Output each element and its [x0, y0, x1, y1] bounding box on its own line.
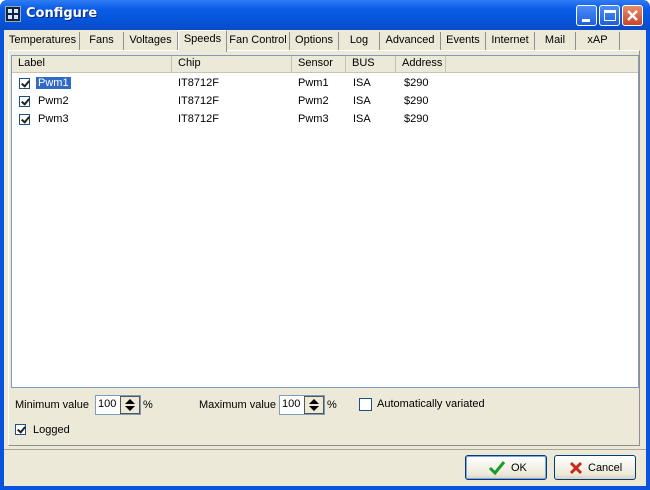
spin-arrows-icon[interactable] — [120, 396, 140, 414]
row-label: Pwm2 — [38, 95, 69, 107]
row-sensor: Pwm1 — [298, 77, 329, 89]
cancel-button[interactable]: Cancel — [554, 455, 636, 480]
row-chip: IT8712F — [178, 95, 219, 107]
column-header-label[interactable]: Label — [12, 56, 172, 72]
row-address: $290 — [404, 95, 429, 107]
ok-button[interactable]: OK — [465, 455, 547, 480]
minimize-icon — [582, 19, 590, 22]
maximum-value-input[interactable]: 100 — [282, 398, 300, 410]
speed-sensor-list[interactable]: Label Chip Sensor BUS Address Pwm1 IT871… — [11, 55, 639, 388]
dialog-client-area: Temperatures Fans Voltages Speeds Fan Co… — [4, 30, 646, 486]
maximize-icon — [604, 10, 616, 21]
automatically-variated-label: Automatically variated — [377, 398, 485, 410]
checkmark-icon — [488, 461, 506, 476]
row-label: Pwm1 — [35, 76, 72, 90]
row-chip: IT8712F — [178, 77, 219, 89]
row-enable-checkbox[interactable] — [19, 96, 30, 107]
footer-separator — [4, 449, 646, 450]
cancel-x-icon — [569, 461, 583, 475]
table-row[interactable]: Pwm2 IT8712F Pwm2 ISA $290 — [12, 92, 638, 110]
tab-mail[interactable]: Mail — [535, 32, 576, 51]
row-enable-checkbox[interactable] — [19, 114, 30, 125]
row-enable-checkbox[interactable] — [19, 78, 30, 89]
tab-advanced[interactable]: Advanced — [380, 32, 441, 51]
row-label: Pwm3 — [38, 113, 69, 125]
tab-voltages[interactable]: Voltages — [124, 32, 178, 51]
column-header-sensor[interactable]: Sensor — [292, 56, 346, 72]
logged-checkbox[interactable] — [15, 424, 26, 435]
tab-temperatures[interactable]: Temperatures — [6, 32, 80, 51]
cancel-button-label: Cancel — [588, 462, 623, 474]
automatically-variated-checkbox[interactable] — [359, 398, 372, 411]
row-bus: ISA — [353, 77, 371, 89]
tab-internet[interactable]: Internet — [486, 32, 535, 51]
minimum-value-spinner[interactable]: 100 — [95, 395, 141, 415]
tab-options[interactable]: Options — [290, 32, 339, 51]
minimize-button[interactable] — [576, 5, 597, 26]
close-icon — [627, 10, 638, 21]
row-bus: ISA — [353, 113, 371, 125]
tab-fans[interactable]: Fans — [80, 32, 124, 51]
row-chip: IT8712F — [178, 113, 219, 125]
row-sensor: Pwm2 — [298, 95, 329, 107]
ok-button-label: OK — [511, 462, 527, 474]
tab-events[interactable]: Events — [441, 32, 486, 51]
title-bar[interactable]: Configure — [0, 0, 650, 30]
column-header-chip[interactable]: Chip — [172, 56, 292, 72]
row-sensor: Pwm3 — [298, 113, 329, 125]
window-title: Configure — [26, 6, 98, 21]
maximum-value-spinner[interactable]: 100 — [279, 395, 325, 415]
tab-strip: Temperatures Fans Voltages Speeds Fan Co… — [4, 30, 646, 52]
row-address: $290 — [404, 77, 429, 89]
column-header-bus[interactable]: BUS — [346, 56, 396, 72]
tab-speeds[interactable]: Speeds — [178, 30, 227, 52]
minimum-value-input[interactable]: 100 — [98, 398, 116, 410]
fan-app-icon — [5, 6, 21, 22]
row-bus: ISA — [353, 95, 371, 107]
close-button[interactable] — [622, 5, 643, 26]
maximum-value-label: Maximum value — [199, 399, 277, 411]
spin-arrows-icon[interactable] — [304, 396, 324, 414]
maximum-unit-label: % — [327, 399, 337, 411]
list-header: Label Chip Sensor BUS Address — [12, 56, 638, 73]
row-address: $290 — [404, 113, 429, 125]
tab-log[interactable]: Log — [339, 32, 380, 51]
minimum-unit-label: % — [143, 399, 153, 411]
table-row[interactable]: Pwm1 IT8712F Pwm1 ISA $290 — [12, 74, 638, 92]
tab-fan-control[interactable]: Fan Control — [227, 32, 290, 51]
logged-label: Logged — [33, 424, 70, 436]
maximize-button[interactable] — [599, 5, 620, 26]
table-row[interactable]: Pwm3 IT8712F Pwm3 ISA $290 — [12, 110, 638, 128]
column-header-address[interactable]: Address — [396, 56, 446, 72]
speed-settings-group: Minimum value 100 % Maximum value 100 % … — [11, 388, 639, 446]
tab-xap[interactable]: xAP — [576, 32, 620, 51]
minimum-value-label: Minimum value — [15, 399, 89, 411]
configure-window: Configure Temperatures Fans Voltages Spe… — [0, 0, 650, 490]
